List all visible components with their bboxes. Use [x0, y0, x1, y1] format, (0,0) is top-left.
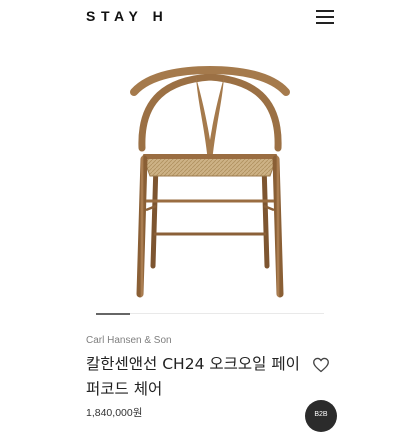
hamburger-menu-icon[interactable] [316, 10, 334, 24]
product-brand[interactable]: Carl Hansen & Son [86, 335, 172, 346]
heart-outline-icon[interactable] [312, 357, 330, 373]
product-price: 1,840,000원 [86, 407, 143, 419]
product-title: 칼한센앤선 CH24 오크오일 페이퍼코드 체어 [86, 355, 300, 398]
site-header: STAY H [0, 0, 420, 36]
site-logo[interactable]: STAY H [86, 8, 168, 24]
image-progress-fill [96, 312, 131, 315]
wishbone-chair-image [130, 65, 290, 298]
product-image-gallery[interactable] [0, 44, 420, 306]
image-progress-bar [96, 312, 324, 315]
b2b-floating-button[interactable]: B2B [305, 400, 337, 432]
